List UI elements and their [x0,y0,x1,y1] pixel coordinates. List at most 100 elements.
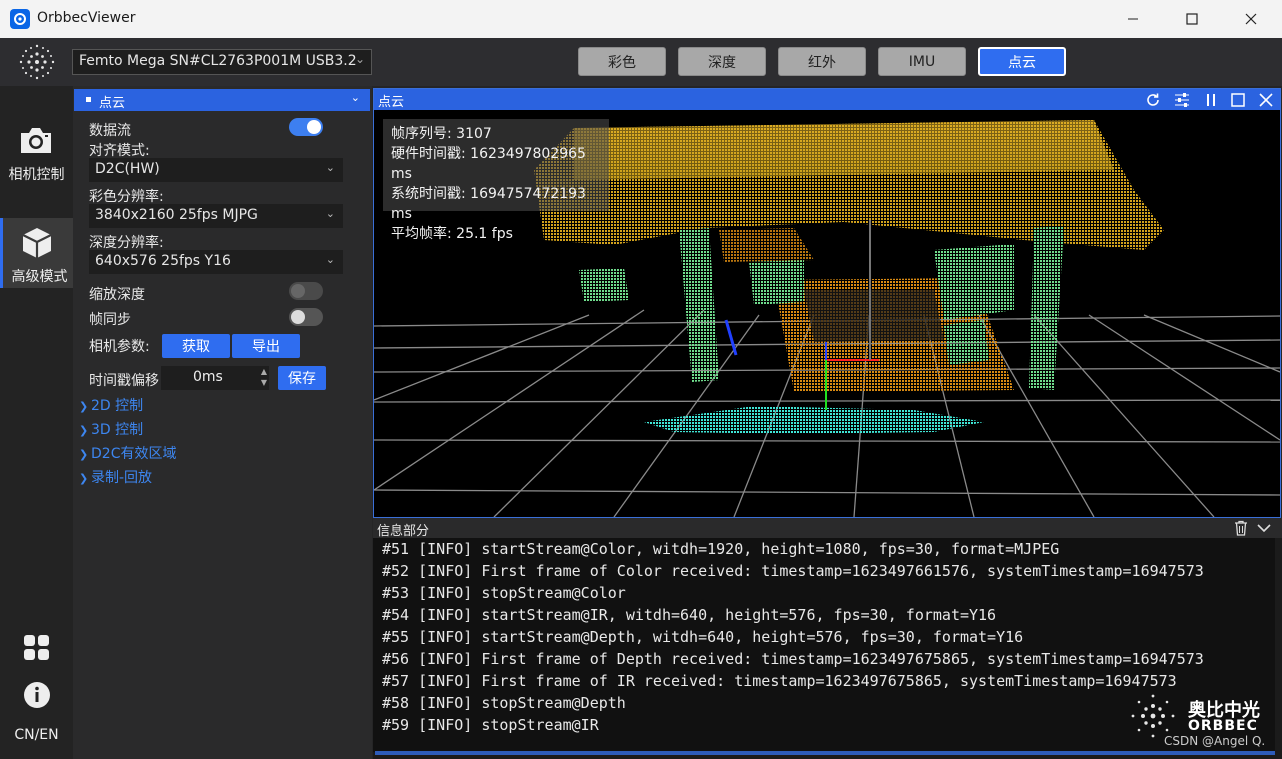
chevron-down-icon: ⌄ [350,91,360,104]
watermark-credit: CSDN @Angel Q. [1164,734,1266,748]
log-title: 信息部分 [377,524,430,539]
tab-color[interactable]: 彩色 [578,47,666,76]
section-3d-control[interactable]: ❯ 3D 控制 [79,419,143,439]
log-header: 信息部分 [373,518,1282,539]
maximize-icon[interactable] [1230,92,1246,108]
save-offset-button[interactable]: 保存 [278,366,326,390]
timestamp-offset-input[interactable]: 0ms ▲ ▼ [161,366,269,390]
color-resolution-value: 3840x2160 25fps MJPG [95,207,258,223]
chevron-right-icon: ❯ [79,424,89,437]
tab-depth[interactable]: 深度 [678,47,766,76]
grid-icon [24,635,49,660]
refresh-icon[interactable] [1145,92,1161,108]
left-rail: 相机控制 高级模式 CN/EN [0,86,73,759]
camera-icon [21,128,51,153]
log-line: #56 [INFO] First frame of Depth received… [382,650,1204,668]
orbbec-logo-icon [12,42,62,82]
chevron-right-icon: ❯ [79,448,89,461]
section-label: 3D 控制 [91,422,144,438]
pause-icon[interactable] [1203,92,1219,108]
section-d2c-region[interactable]: ❯ D2C有效区域 [79,443,176,463]
tab-ir[interactable]: 红外 [778,47,866,76]
rail-item-apps[interactable] [0,632,73,662]
tab-point-cloud[interactable]: 点云 [978,47,1066,76]
hardware-timestamp: 硬件时间戳: 1623497802965 ms [391,146,586,182]
info-icon [24,682,50,708]
app-window: OrbbecViewer Femto Mega SN#CL2763P001M U… [0,0,1282,759]
export-params-button[interactable]: 导出 [232,334,300,358]
frame-number: 帧序列号: 3107 [391,126,492,142]
point-cloud-points [534,120,1164,434]
panel-title: 点云 [99,96,126,111]
trash-icon[interactable] [1233,520,1249,536]
language-toggle[interactable]: CN/EN [0,727,73,749]
point-cloud-viewer[interactable]: 点云 帧序列号: 3107 硬件时间戳: 1623497802965 ms 系统… [373,88,1281,518]
frame-sync-toggle[interactable] [289,308,323,326]
log-line: #53 [INFO] stopStream@Color [382,584,626,602]
orbbec-watermark-icon [1131,694,1175,738]
align-mode-label: 对齐模式: [89,143,150,159]
cube-icon [22,228,52,258]
settings-sliders-icon[interactable] [1174,92,1190,108]
settings-panel: 点云 ⌄ 数据流 对齐模式: D2C(HW) ⌄ 彩色分辨率: 3840x216… [73,86,372,759]
log-line: #51 [INFO] startStream@Color, witdh=1920… [382,540,1060,558]
chevron-down-icon: ⌄ [325,207,335,220]
scale-depth-toggle[interactable] [289,282,323,300]
chevron-right-icon: ❯ [79,472,89,485]
panel-header[interactable]: 点云 ⌄ [74,89,370,111]
square-bullet-icon [86,97,91,102]
app-icon [10,9,30,29]
chevron-down-icon: ⌄ [354,52,365,66]
viewer-header: 点云 [374,89,1280,110]
chevron-down-icon[interactable] [1257,522,1271,534]
device-select[interactable]: Femto Mega SN#CL2763P001M USB3.2 ⌄ [72,49,372,75]
maximize-button[interactable] [1163,0,1221,38]
camera-params-label: 相机参数: [89,339,150,355]
log-line: #57 [INFO] First frame of IR received: t… [382,672,1177,690]
timestamp-offset-value: 0ms [193,369,223,385]
color-resolution-select[interactable]: 3840x2160 25fps MJPG ⌄ [89,204,343,228]
chevron-right-icon: ❯ [79,400,89,413]
log-line: #59 [INFO] stopStream@IR [382,716,599,734]
rail-label-camera-control: 相机控制 [8,167,65,183]
rail-item-info[interactable] [0,680,73,710]
frame-sync-label: 帧同步 [89,312,131,328]
close-button[interactable] [1222,0,1280,38]
minimize-button[interactable] [1104,0,1162,38]
toolbar: Femto Mega SN#CL2763P001M USB3.2 ⌄ 彩色 深度… [0,38,1282,86]
tab-imu[interactable]: IMU [878,47,966,76]
spin-arrows-icon[interactable]: ▲ ▼ [261,366,267,388]
horizontal-scrollbar[interactable] [375,751,1275,755]
rail-label-advanced-mode: 高级模式 [11,269,68,285]
chevron-down-icon: ⌄ [325,253,335,266]
log-line: #58 [INFO] stopStream@Depth [382,694,626,712]
log-line: #54 [INFO] startStream@IR, witdh=640, he… [382,606,997,624]
watermark: 奥比中光 ORBBEC CSDN @Angel Q. [1124,690,1274,750]
device-label: Femto Mega SN#CL2763P001M USB3.2 [79,53,357,69]
maximize-icon [1186,13,1198,25]
close-icon [1245,13,1257,25]
watermark-brand-en: ORBBEC [1188,718,1258,734]
window-title: OrbbecViewer [37,10,136,26]
get-params-button[interactable]: 获取 [162,334,230,358]
section-2d-control[interactable]: ❯ 2D 控制 [79,395,143,415]
system-timestamp: 系统时间戳: 1694757472193 ms [391,186,586,222]
data-stream-toggle[interactable] [289,118,323,136]
color-resolution-label: 彩色分辨率: [89,189,164,205]
align-mode-select[interactable]: D2C(HW) ⌄ [89,158,343,182]
timestamp-offset-label: 时间戳偏移 [89,373,159,389]
minimize-icon [1128,18,1138,20]
rail-item-advanced-mode[interactable]: 高级模式 [0,218,73,288]
close-icon[interactable] [1258,92,1274,108]
depth-resolution-value: 640x576 25fps Y16 [95,253,231,269]
viewer-title: 点云 [378,95,405,110]
depth-resolution-select[interactable]: 640x576 25fps Y16 ⌄ [89,250,343,274]
average-fps: 平均帧率: 25.1 fps [391,226,513,242]
rail-item-camera-control[interactable]: 相机控制 [0,116,73,186]
section-record-playback[interactable]: ❯ 录制-回放 [79,467,152,487]
section-label: 录制-回放 [91,470,153,486]
log-line: #55 [INFO] startStream@Depth, witdh=640,… [382,628,1024,646]
section-label: D2C有效区域 [91,446,177,462]
depth-resolution-label: 深度分辨率: [89,235,164,251]
data-stream-label: 数据流 [89,123,131,139]
